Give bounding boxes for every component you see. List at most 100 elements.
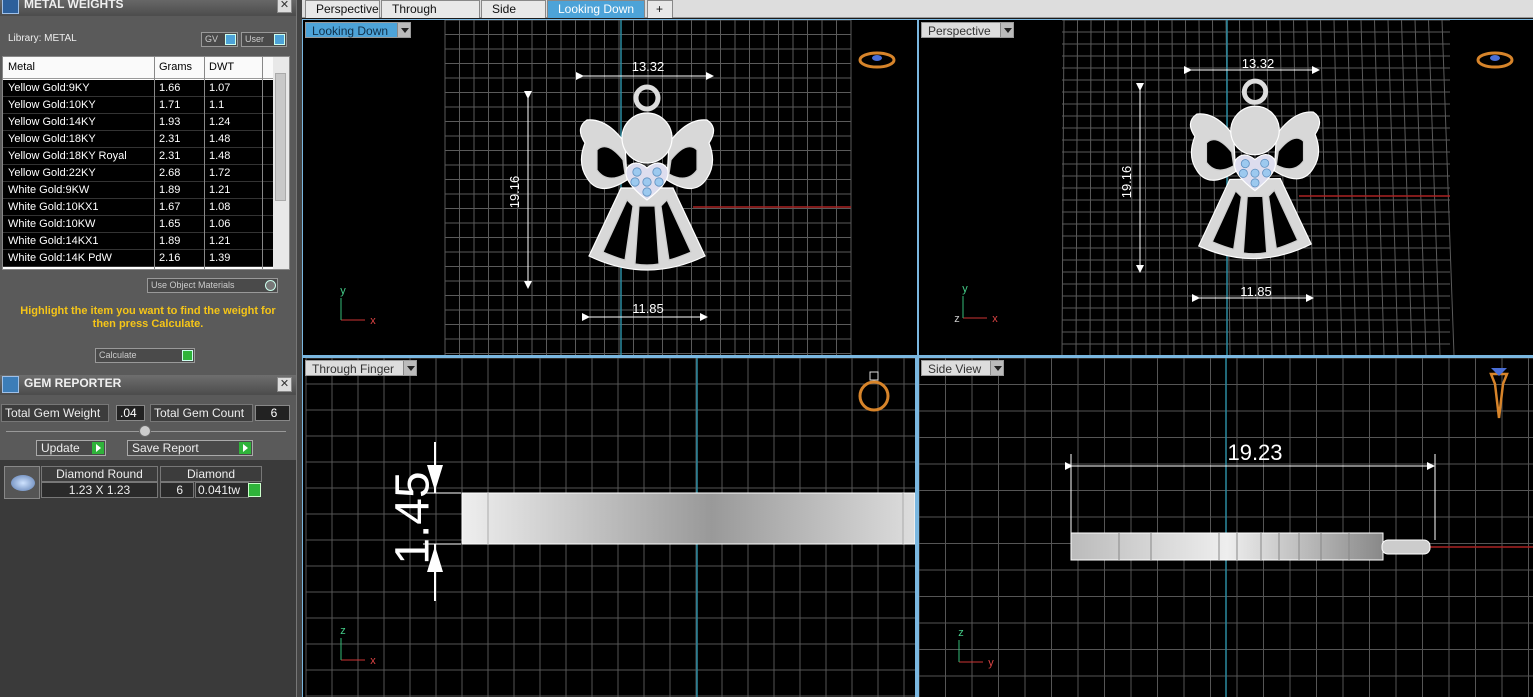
splitter-handle[interactable]: [139, 425, 151, 437]
total-gem-weight-label: Total Gem Weight: [1, 404, 109, 422]
dim-width-label: 13.32: [632, 59, 665, 74]
viewport-label-looking-down[interactable]: Looking Down: [305, 22, 412, 38]
viewport-label-through-finger[interactable]: Through Finger: [305, 360, 418, 376]
total-gem-weight-field[interactable]: .04: [116, 405, 145, 421]
table-row[interactable]: White Gold:9KW 1.89 1.21: [3, 182, 275, 199]
gem-go-button[interactable]: [248, 483, 261, 497]
gem-count: 6: [160, 482, 194, 498]
gv-toggle[interactable]: GV: [201, 32, 238, 47]
grams-cell: 1.67: [159, 201, 181, 213]
column-divider: [204, 57, 205, 269]
metal-table-header: Metal Grams DWT: [3, 57, 275, 79]
dim-thickness-label: 1.45: [387, 471, 440, 564]
column-dwt[interactable]: DWT: [209, 61, 234, 73]
table-row[interactable]: Yellow Gold:22KY 2.68 1.72: [3, 165, 275, 182]
axis-v-label: z: [958, 627, 964, 639]
axis-v-label: y: [340, 285, 346, 297]
play-icon: [182, 350, 193, 361]
metal-weights-close-button[interactable]: ✕: [277, 0, 292, 13]
dropdown-icon: [999, 23, 1013, 37]
gem-reporter-icon: [2, 376, 19, 393]
gem: [1250, 178, 1260, 188]
update-button[interactable]: Update: [36, 440, 106, 456]
table-row[interactable]: Yellow Gold:18KY 2.31 1.48: [3, 131, 275, 148]
viewport-perspective[interactable]: 13.32 19.16 11.85 x y z Perspective: [919, 20, 1533, 355]
save-report-button[interactable]: Save Report: [127, 440, 253, 456]
library-label: Library: METAL: [8, 33, 77, 44]
grams-cell: 2.16: [159, 252, 181, 264]
axis-triad: [340, 298, 365, 321]
table-row[interactable]: Yellow Gold:18KY Royal 2.31 1.48: [3, 148, 275, 165]
column-metal[interactable]: Metal: [8, 61, 35, 73]
dwt-cell: 1.48: [209, 150, 231, 162]
user-label: User: [245, 34, 265, 44]
column-grams[interactable]: Grams: [159, 61, 192, 73]
dwt-cell: 1.39: [209, 252, 231, 264]
axis-v-label: z: [340, 625, 346, 637]
table-row[interactable]: White Gold:10KW 1.65 1.06: [3, 216, 275, 233]
grams-cell: 1.89: [159, 184, 181, 196]
table-row[interactable]: Yellow Gold:9KY 1.66 1.07: [3, 80, 275, 97]
play-icon: [239, 442, 251, 454]
dropdown-icon: [990, 361, 1004, 375]
dwt-cell: 1.24: [209, 116, 231, 128]
add-tab-button[interactable]: +: [647, 0, 673, 18]
view-tabs: Perspective Through Finger Side View Loo…: [302, 0, 1533, 32]
table-row[interactable]: White Gold:14K PdW 2.16 1.39: [3, 250, 275, 267]
viewport-label-side-view[interactable]: Side View: [921, 360, 1005, 376]
head: [621, 112, 673, 164]
viewport-looking-down[interactable]: 13.32 19.16 11.85 x y Looking Down: [303, 20, 917, 355]
gv-check-icon: [225, 34, 236, 45]
total-gem-count-label: Total Gem Count: [150, 404, 253, 422]
left-panel: METAL WEIGHTS ✕ Library: METAL GV User M…: [0, 0, 296, 697]
table-row[interactable]: White Gold:10KX1 1.67 1.08: [3, 199, 275, 216]
gem-weight: 0.041tw: [195, 482, 249, 498]
dim-bottom-label: 11.85: [1240, 284, 1272, 299]
dim-height-label: 19.16: [1119, 166, 1134, 199]
table-row[interactable]: Yellow Gold:10KY 1.71 1.1: [3, 97, 275, 114]
gem-material: Diamond: [160, 466, 262, 482]
gem-reporter-title: GEM REPORTER: [24, 376, 122, 390]
tab-perspective[interactable]: Perspective: [305, 0, 380, 18]
dim-width-label: 13.32: [1242, 56, 1275, 71]
ring-through-finger-icon: [858, 380, 890, 412]
update-label: Update: [41, 441, 80, 455]
gem-shape: Diamond Round: [41, 466, 158, 482]
calculate-button[interactable]: Calculate: [95, 348, 195, 363]
dress-cutout: [1242, 195, 1268, 255]
use-object-materials-toggle[interactable]: Use Object Materials: [147, 278, 278, 293]
metal-cell: White Gold:10KX1: [8, 201, 99, 213]
user-toggle[interactable]: User: [241, 32, 287, 47]
grams-cell: 2.68: [159, 167, 181, 179]
grams-cell: 1.71: [159, 99, 181, 111]
axis-h-label: x: [370, 655, 376, 667]
metal-cell: White Gold:14K PdW: [8, 252, 112, 264]
grams-cell: 1.93: [159, 116, 181, 128]
total-gem-count-field[interactable]: 6: [255, 405, 290, 421]
viewport-label-perspective[interactable]: Perspective: [921, 22, 1014, 38]
table-row[interactable]: Yellow Gold:14KY 1.93 1.24: [3, 114, 275, 131]
viewport-side-view[interactable]: 19.23 y z Side View: [919, 358, 1533, 697]
dress-cutout: [634, 205, 660, 266]
viewport-through-finger[interactable]: 1.45 x z Through Finger: [303, 358, 915, 697]
gv-label: GV: [205, 34, 219, 44]
metal-cell: Yellow Gold:9KY: [8, 82, 90, 94]
axis-h-label: y: [988, 657, 994, 669]
table-row[interactable]: White Gold:14KX1 1.89 1.21: [3, 233, 275, 250]
tab-side-view[interactable]: Side View: [481, 0, 546, 32]
gem-reporter-close-button[interactable]: ✕: [277, 377, 292, 392]
tab-looking-down[interactable]: Looking Down: [547, 0, 645, 18]
gem: [1238, 168, 1248, 178]
scrollbar-thumb[interactable]: [275, 73, 286, 201]
metal-cell: Yellow Gold:18KY: [8, 133, 96, 145]
column-divider: [262, 57, 263, 269]
pendant-side-profile: [1070, 532, 1384, 561]
metal-weights-header: METAL WEIGHTS ✕: [0, 0, 296, 16]
calculate-label: Calculate: [99, 350, 137, 360]
gem-list: Diamond Round 1.23 X 1.23 Diamond 6 0.04…: [0, 460, 296, 697]
dwt-cell: 1.08: [209, 201, 231, 213]
metal-table-scrollbar[interactable]: [273, 57, 289, 269]
tab-through-finger[interactable]: Through Finger: [381, 0, 480, 32]
dropdown-icon: [403, 361, 417, 375]
grams-cell: 2.31: [159, 133, 181, 145]
